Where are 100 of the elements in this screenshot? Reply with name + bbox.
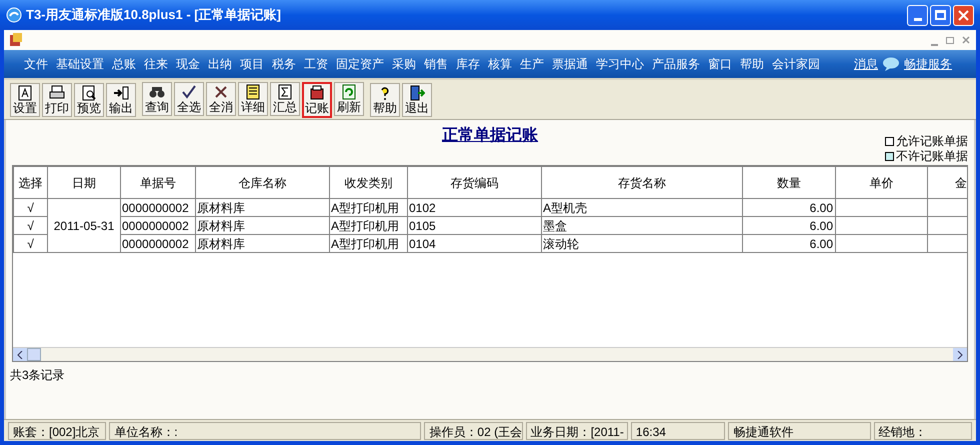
- menu-item[interactable]: 会计家园: [772, 55, 820, 73]
- list-icon: [245, 84, 261, 100]
- table-cell: A型打印机用: [330, 234, 408, 252]
- app-icon: [6, 7, 22, 23]
- toolbar-button[interactable]: 查询: [142, 82, 172, 116]
- table-cell: 0102: [408, 198, 542, 216]
- toolbar-button[interactable]: 退出: [402, 82, 432, 116]
- table-cell: 2011-05-31: [48, 198, 120, 252]
- menu-item[interactable]: 项目: [240, 55, 264, 73]
- toolbar-button[interactable]: 详细: [238, 82, 268, 116]
- menu-item[interactable]: 票据通: [552, 55, 588, 73]
- column-header[interactable]: 单价: [836, 166, 928, 198]
- status-field: 畅捷通软件: [728, 422, 871, 440]
- menu-item[interactable]: 学习中心: [596, 55, 644, 73]
- table-cell: 0105: [408, 216, 542, 234]
- sigma-icon: [277, 84, 293, 100]
- menu-item[interactable]: 销售: [424, 55, 448, 73]
- table-cell: 原材料库: [196, 198, 330, 216]
- status-field: 经销地：: [874, 422, 972, 440]
- column-header[interactable]: 日期: [48, 166, 120, 198]
- table-cell: A型打印机用: [330, 216, 408, 234]
- menu-item[interactable]: 库存: [456, 55, 480, 73]
- minimize-button[interactable]: [907, 4, 928, 26]
- table-cell: √: [14, 216, 48, 234]
- document-icon: [8, 32, 24, 48]
- column-header[interactable]: 存货名称: [542, 166, 742, 198]
- menu-item[interactable]: 固定资产: [336, 55, 384, 73]
- status-field: 业务日期：[2011-: [526, 422, 628, 440]
- menu-item[interactable]: 税务: [272, 55, 296, 73]
- table-cell: 6.00: [742, 234, 836, 252]
- menu-item[interactable]: 出纳: [208, 55, 232, 73]
- table-cell: 0000000002: [120, 198, 196, 216]
- toolbar-button[interactable]: 打印: [42, 82, 72, 116]
- font-icon: [17, 84, 33, 100]
- table-cell: 滚动轮: [542, 234, 742, 252]
- menu-item[interactable]: 往来: [144, 55, 168, 73]
- menu-item[interactable]: 工资: [304, 55, 328, 73]
- maximize-button[interactable]: [930, 4, 951, 26]
- menu-item[interactable]: 产品服务: [652, 55, 700, 73]
- toolbar-button[interactable]: 刷新: [334, 82, 364, 116]
- close-button[interactable]: [960, 34, 972, 46]
- close-icon: [962, 36, 970, 44]
- door-icon: [409, 84, 425, 100]
- check-icon: [181, 84, 197, 100]
- magnifier-icon: [81, 84, 97, 100]
- table-cell: 墨盒: [542, 216, 742, 234]
- cross-icon: [213, 84, 229, 100]
- close-icon: [958, 10, 969, 20]
- menu-item[interactable]: 现金: [176, 55, 200, 73]
- scroll-right-button[interactable]: [953, 348, 967, 361]
- legend-label: 允许记账单据: [896, 134, 968, 148]
- menu-item[interactable]: 帮助: [740, 55, 764, 73]
- menu-link[interactable]: 消息: [854, 55, 878, 73]
- toolbar-button[interactable]: 帮助: [370, 82, 400, 116]
- toolbar-button[interactable]: 设置: [10, 82, 40, 116]
- scroll-left-button[interactable]: [13, 348, 27, 361]
- toolbar-button[interactable]: 汇总: [270, 82, 300, 116]
- toolbar-button[interactable]: 全消: [206, 82, 236, 116]
- column-header[interactable]: 仓库名称: [196, 166, 330, 198]
- toolbar-button[interactable]: 记账: [302, 82, 332, 118]
- status-field: 16:34: [630, 422, 726, 440]
- table-cell: 6.00: [742, 216, 836, 234]
- horizontal-scrollbar[interactable]: [13, 347, 967, 361]
- menu-item[interactable]: 窗口: [708, 55, 732, 73]
- status-field: 操作员：02 (王会: [424, 422, 523, 440]
- column-header[interactable]: 选择: [14, 166, 48, 198]
- table-cell: A型机壳: [542, 198, 742, 216]
- record-count: 共3条记录: [10, 367, 66, 384]
- menu-item[interactable]: 采购: [392, 55, 416, 73]
- table-cell: √: [14, 198, 48, 216]
- toolbar-button[interactable]: 全选: [174, 82, 204, 116]
- close-button[interactable]: [953, 4, 974, 26]
- menu-item[interactable]: 核算: [488, 55, 512, 73]
- menu-item[interactable]: 基础设置: [56, 55, 104, 73]
- restore-button[interactable]: [944, 34, 956, 46]
- column-header[interactable]: 存货编码: [408, 166, 542, 198]
- toolbar-button[interactable]: 输出: [106, 82, 136, 116]
- refresh-icon: [341, 84, 357, 100]
- menu-item[interactable]: 文件: [24, 55, 48, 73]
- column-header[interactable]: 单据号: [120, 166, 196, 198]
- menu-item[interactable]: 总账: [112, 55, 136, 73]
- page-heading: 正常单据记账: [442, 126, 538, 146]
- chat-bubble-icon: [882, 57, 900, 71]
- table-cell: 0000000002: [120, 234, 196, 252]
- printer-icon: [49, 84, 65, 100]
- scroll-thumb[interactable]: [27, 348, 41, 361]
- table-cell: 0000000002: [120, 216, 196, 234]
- table-cell: A型打印机用: [330, 198, 408, 216]
- menu-item[interactable]: 生产: [520, 55, 544, 73]
- status-field: 单位名称：:: [109, 422, 422, 440]
- toolbar-button[interactable]: 预览: [74, 82, 104, 116]
- column-header[interactable]: 收发类别: [330, 166, 408, 198]
- status-field: 账套：[002]北京: [8, 422, 106, 440]
- table-cell: 6.00: [742, 198, 836, 216]
- column-header[interactable]: 金: [928, 166, 967, 198]
- menu-link[interactable]: 畅捷服务: [904, 55, 952, 73]
- column-header[interactable]: 数量: [742, 166, 836, 198]
- window-title: T3-用友通标准版10.8plus1 - [正常单据记账]: [26, 6, 281, 24]
- table-cell: 原材料库: [196, 216, 330, 234]
- export-icon: [113, 84, 129, 100]
